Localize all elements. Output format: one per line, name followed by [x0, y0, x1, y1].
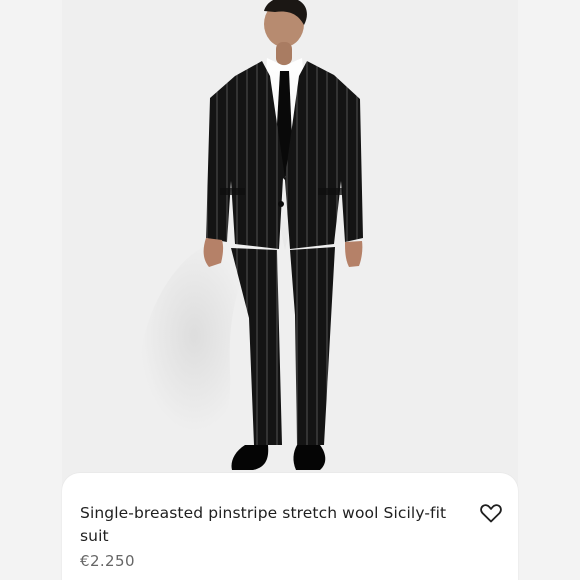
- right-shoe: [293, 445, 326, 470]
- product-price: €2.250: [80, 552, 135, 570]
- product-screen: Single-breasted pinstripe stretch wool S…: [0, 0, 580, 580]
- jacket-button: [278, 201, 284, 207]
- right-pocket-flap: [318, 188, 343, 195]
- heart-outline-icon[interactable]: [480, 503, 502, 523]
- product-title: Single-breasted pinstripe stretch wool S…: [80, 504, 447, 545]
- product-info-card: Single-breasted pinstripe stretch wool S…: [62, 473, 518, 580]
- right-hand: [345, 241, 363, 267]
- model-neck: [276, 42, 292, 65]
- left-pocket-flap: [220, 188, 245, 195]
- left-hand: [203, 238, 224, 267]
- product-image[interactable]: [62, 0, 518, 500]
